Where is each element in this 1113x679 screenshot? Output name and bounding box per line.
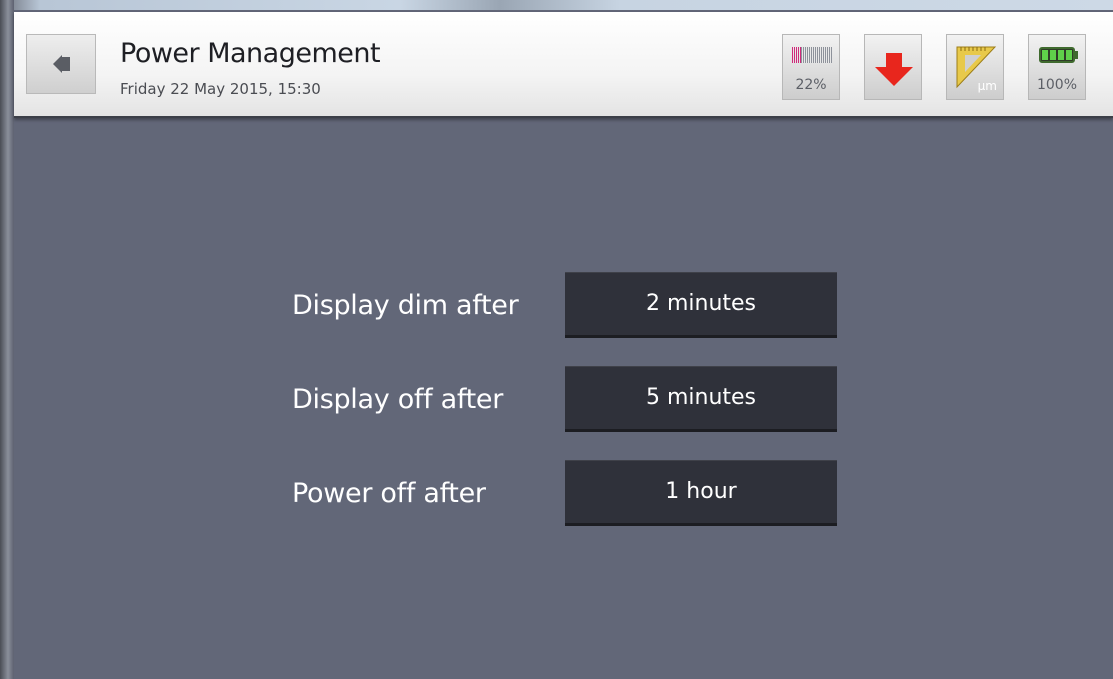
header-bar: Power Management Friday 22 May 2015, 15:…	[14, 12, 1113, 118]
signal-status-button[interactable]: 22%	[782, 34, 840, 100]
power-off-selector[interactable]: 1 hour	[565, 460, 837, 526]
back-button[interactable]	[26, 34, 96, 94]
display-dim-selector[interactable]: 2 minutes	[565, 272, 837, 338]
back-arrow-icon	[52, 55, 70, 73]
page-title: Power Management	[120, 38, 381, 69]
window-frame-left	[0, 0, 14, 679]
signal-percent: 22%	[795, 77, 827, 93]
download-status-button[interactable]	[864, 34, 922, 100]
power-off-label: Power off after	[292, 478, 486, 509]
download-arrow-icon	[875, 53, 913, 86]
display-off-label: Display off after	[292, 384, 503, 415]
display-dim-label: Display dim after	[292, 290, 519, 321]
battery-percent: 100%	[1036, 77, 1078, 93]
display-off-selector[interactable]: 5 minutes	[565, 366, 837, 432]
measure-units-button[interactable]: μm	[946, 34, 1004, 100]
page-datetime: Friday 22 May 2015, 15:30	[120, 80, 321, 98]
measure-unit-label: μm	[977, 79, 997, 93]
signal-strength-icon	[792, 47, 832, 63]
window-frame-top	[0, 0, 1113, 10]
battery-status-button[interactable]: 100%	[1028, 34, 1086, 100]
